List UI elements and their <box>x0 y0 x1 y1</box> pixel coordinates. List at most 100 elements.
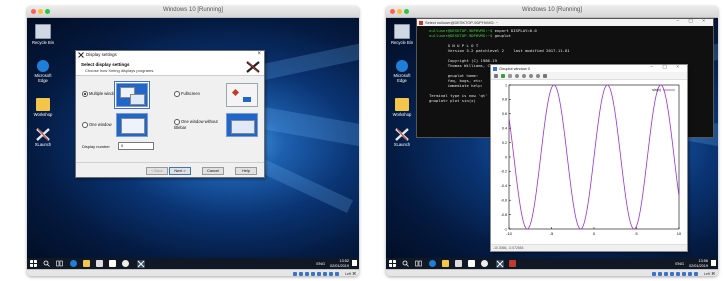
windows-desktop[interactable]: Recycle Bin Microsoft Edge Workshop XLau… <box>27 18 359 258</box>
search-icon[interactable] <box>43 260 50 267</box>
radio-button[interactable] <box>82 122 88 128</box>
zoom-icon[interactable] <box>536 73 540 78</box>
one-window-preview[interactable] <box>116 113 148 137</box>
x-tick-label: 10 <box>677 231 682 236</box>
notifications-icon[interactable] <box>352 260 357 266</box>
close-icon[interactable]: × <box>257 51 261 57</box>
xming-icon <box>78 52 84 58</box>
file-explorer-icon[interactable] <box>83 260 90 267</box>
right-vm-window[interactable]: Windows 10 [Running] Recycle Bin Microso… <box>386 6 718 276</box>
option-one-window[interactable]: One window <box>82 122 112 128</box>
windows-desktop[interactable]: Recycle Bin Microsoft Edge Workshop XLau… <box>386 18 718 258</box>
help-button[interactable]: Help <box>235 167 257 175</box>
desktop-icon-workshop[interactable]: Workshop <box>389 98 415 117</box>
windows-start-icon[interactable] <box>30 260 37 267</box>
desktop-icon-xlaunch[interactable]: XLaunch <box>389 128 415 147</box>
window-controls[interactable]: – ▢ × <box>676 19 709 24</box>
windows-start-icon[interactable] <box>389 260 396 267</box>
multiple-windows-preview[interactable] <box>116 83 148 107</box>
fullscreen-preview[interactable] <box>226 83 258 107</box>
terminal-text: Version 5.2 patchlevel 2 last modified 2… <box>429 48 570 53</box>
terminal-line: gnuplot> plot sin(x) <box>429 98 476 103</box>
app-icon[interactable] <box>481 260 488 267</box>
notifications-icon[interactable] <box>711 260 716 266</box>
network-icon <box>670 271 674 276</box>
terminal-text: gnuplot <box>492 33 511 38</box>
folder-icon <box>36 98 50 111</box>
ime-indicator[interactable]: ENG <box>316 261 325 266</box>
desktop-icon-recycle-bin[interactable]: Recycle Bin <box>389 24 415 45</box>
back-button[interactable]: < Back <box>146 167 168 175</box>
radio-button[interactable] <box>174 91 180 97</box>
task-view-icon[interactable] <box>56 260 63 267</box>
radio-button[interactable] <box>82 91 88 97</box>
optical-drive-icon <box>299 271 303 276</box>
desktop-icon-xlaunch[interactable]: XLaunch <box>30 128 56 147</box>
terminal-taskbar-icon[interactable] <box>509 260 516 267</box>
taskbar-clock[interactable]: 13:52 02/01/2019 <box>330 259 349 268</box>
xming-taskbar-icon[interactable] <box>137 259 145 268</box>
dialog-heading: Select display settings <box>81 62 130 67</box>
gnuplot-title: Gnuplot window 0 <box>499 66 530 71</box>
vm-title: Windows 10 [Running] <box>521 7 583 13</box>
display-icon <box>329 271 333 276</box>
x-tick-label: 5 <box>635 231 638 236</box>
grid-icon[interactable] <box>508 73 512 78</box>
replot-icon[interactable] <box>501 73 505 78</box>
y-tick-label: -0.4 <box>501 184 507 188</box>
left-vm-window[interactable]: Windows 10 [Running] Recycle Bin Microso… <box>27 6 359 276</box>
taskbar-clock[interactable]: 13:56 02/01/2019 <box>689 259 708 268</box>
display-number-input[interactable]: 0 <box>118 142 154 150</box>
edge-taskbar-icon[interactable] <box>429 260 436 267</box>
vm-titlebar[interactable]: Windows 10 [Running] <box>386 6 718 18</box>
ime-indicator[interactable]: ENG <box>675 261 684 266</box>
terminal-titlebar[interactable]: Select nulluser@DESKTOP-9DPHVMG: ~ – ▢ × <box>417 19 713 26</box>
search-icon[interactable] <box>402 260 409 267</box>
desktop-icon-edge[interactable]: Microsoft Edge <box>389 60 415 83</box>
option-label: One window without titlebar <box>174 119 218 130</box>
window-controls[interactable]: – ▢ × <box>650 65 683 70</box>
desktop-icon-workshop[interactable]: Workshop <box>30 98 56 117</box>
zoom-next-icon[interactable] <box>522 73 526 78</box>
cancel-button[interactable]: Cancel <box>202 167 224 175</box>
next-button[interactable]: Next > <box>169 167 191 175</box>
mail-icon[interactable] <box>109 260 116 267</box>
terminal-line: Thomas Williams, Coli <box>429 63 497 68</box>
file-explorer-icon[interactable] <box>442 260 449 267</box>
radio-button[interactable] <box>174 119 180 125</box>
desktop-icon-recycle-bin[interactable]: Recycle Bin <box>30 24 56 45</box>
shared-folder-icon <box>323 271 327 276</box>
y-tick-label: -0.8 <box>501 213 507 217</box>
mail-icon[interactable] <box>468 260 475 267</box>
option-label: Fullscreen <box>181 91 200 97</box>
usb-icon <box>317 271 321 276</box>
settings-icon[interactable] <box>543 73 547 78</box>
store-icon[interactable] <box>96 260 103 267</box>
desktop-icon-edge[interactable]: Microsoft Edge <box>30 60 56 83</box>
terminal-line: immediate help: typ <box>429 83 497 88</box>
xming-taskbar-icon[interactable] <box>496 259 504 268</box>
autoscale-icon[interactable] <box>529 73 533 78</box>
display-settings-dialog[interactable]: Display settings × Select display settin… <box>75 50 265 178</box>
gnuplot-icon <box>493 66 497 71</box>
zoom-previous-icon[interactable] <box>515 73 519 78</box>
edge-taskbar-icon[interactable] <box>70 260 77 267</box>
display-icon <box>688 271 692 276</box>
y-tick-label: 0 <box>505 155 507 159</box>
audio-icon <box>305 271 309 276</box>
terminal-text: Thomas Williams, Coli <box>429 63 497 68</box>
app-icon[interactable] <box>122 260 129 267</box>
option-multiple-windows[interactable]: Multiple windows <box>82 91 120 97</box>
y-tick-label: 1 <box>505 83 507 87</box>
task-view-icon[interactable] <box>415 260 422 267</box>
option-one-window-no-titlebar[interactable]: One window without titlebar <box>174 119 224 130</box>
gnuplot-plot-area[interactable]: -10 -5 0 5 10 -1 -0.8 -0.6 -0.4 -0.2 0 0.2 0.4 0.6 0.8… <box>491 79 687 243</box>
one-window-no-titlebar-preview[interactable] <box>226 113 258 137</box>
terminal-text: gnuplot> plot sin(x) <box>429 98 476 103</box>
vm-titlebar[interactable]: Windows 10 [Running] <box>27 6 359 18</box>
copy-icon[interactable] <box>494 73 498 78</box>
option-fullscreen[interactable]: Fullscreen <box>174 91 200 97</box>
gnuplot-window[interactable]: Gnuplot window 0 – ▢ × -10 -5 0 5 10 -1 -0.8 -0… <box>490 64 688 252</box>
store-icon[interactable] <box>455 260 462 267</box>
desktop-icon-label: Workshop <box>392 112 412 117</box>
